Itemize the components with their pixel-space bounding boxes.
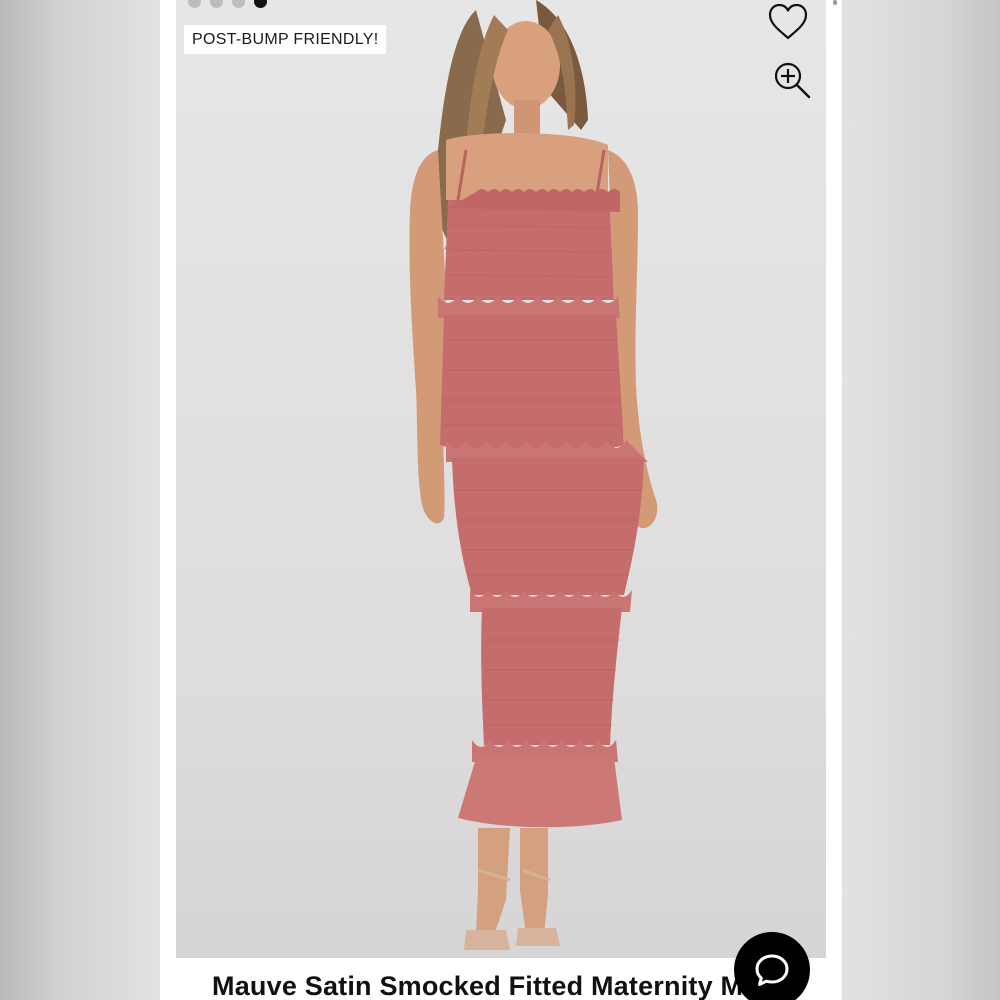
scrollbar[interactable] (833, 0, 837, 5)
zoom-button[interactable] (770, 58, 814, 102)
carousel-dot-active[interactable] (254, 0, 267, 8)
zoom-in-icon (774, 62, 811, 99)
carousel-dots (188, 0, 267, 8)
product-title: Mauve Satin Smocked Fitted Maternity M (212, 971, 744, 1000)
carousel-dot[interactable] (210, 0, 223, 8)
carousel-dot[interactable] (232, 0, 245, 8)
promo-badge: POST-BUMP FRIENDLY! (184, 25, 387, 54)
right-backdrop (842, 0, 1000, 1000)
carousel-dot[interactable] (188, 0, 201, 8)
heart-icon (768, 3, 808, 40)
model-illustration (409, 0, 658, 950)
product-image[interactable] (176, 0, 826, 958)
wishlist-button[interactable] (766, 0, 810, 44)
chat-bubble-icon (755, 954, 789, 986)
chat-button[interactable] (734, 932, 810, 1000)
